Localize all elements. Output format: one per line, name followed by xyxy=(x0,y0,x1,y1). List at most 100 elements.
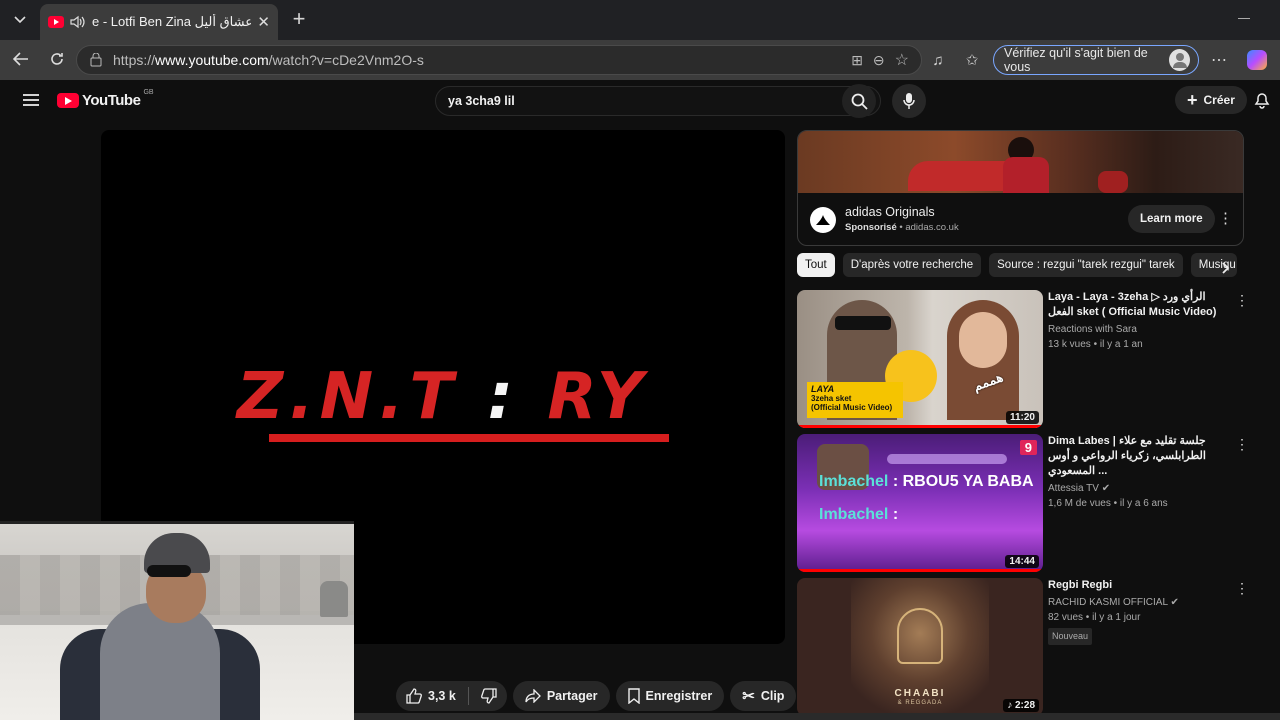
video-meta: 82 vues • il y a 1 jour xyxy=(1048,612,1141,623)
like-dislike-group: 3,3 k xyxy=(396,681,507,711)
video-title[interactable]: Dima Labes | جلسة تقليد مع علاء الطرابلس… xyxy=(1048,434,1218,479)
video-meta: 13 k vues • il y a 1 an xyxy=(1048,339,1143,350)
extensions-button[interactable]: ♫ xyxy=(928,50,948,70)
video-meta: 1,6 M de vues • il y a 6 ans xyxy=(1048,498,1168,509)
video-frame-title: Z.N.T : RY xyxy=(101,360,785,434)
ad-sponsored-line: Sponsorisé • adidas.co.uk xyxy=(845,222,959,233)
chips-next-button[interactable] xyxy=(1218,259,1234,277)
reload-button[interactable] xyxy=(46,48,68,70)
microphone-icon xyxy=(903,93,915,109)
favorite-star-icon[interactable]: ☆ xyxy=(895,50,909,70)
recommended-video[interactable]: LAYA 3zeha sket (Official Music Video) ه… xyxy=(797,290,1257,428)
thumb-up-icon[interactable] xyxy=(406,688,422,704)
browser-menu-button[interactable]: ⋯ xyxy=(1208,50,1230,70)
arrow-left-icon xyxy=(13,52,28,66)
chip-source[interactable]: Source : rezgui "tarek rezgui" tarek xyxy=(989,253,1183,277)
bookmark-icon xyxy=(627,688,640,704)
share-label: Partager xyxy=(546,689,598,703)
close-tab-icon[interactable]: ✕ xyxy=(257,13,270,31)
thumb-caption: LAYA xyxy=(811,384,835,394)
create-button[interactable]: + Créer xyxy=(1175,86,1247,114)
sponsored-ad-card[interactable]: adidas Originals Sponsorisé • adidas.co.… xyxy=(797,130,1244,246)
music-note-icon: ♪ xyxy=(1007,700,1013,711)
copilot-icon[interactable] xyxy=(1247,50,1267,70)
chip-all[interactable]: Tout xyxy=(797,253,835,277)
app-available-icon[interactable]: ⊞ xyxy=(851,52,863,69)
site-info-icon[interactable] xyxy=(89,53,103,67)
video-thumbnail[interactable]: 9 Imbachel : RBOU5 YA BABA Imbachel : 14… xyxy=(797,434,1043,572)
colon-text: : xyxy=(487,360,520,434)
overlay-line-2: Imbachel : xyxy=(819,506,899,523)
filter-chips: Tout D'après votre recherche Source : re… xyxy=(797,253,1237,277)
thumb-sub2: (Official Music Video) xyxy=(811,403,893,412)
verified-icon: ✔ xyxy=(1170,597,1179,608)
save-button[interactable]: Enregistrer xyxy=(615,681,725,711)
video-menu-icon[interactable]: ⋮ xyxy=(1235,580,1249,597)
youtube-logo[interactable]: YouTube GB xyxy=(57,89,154,109)
tab-list-button[interactable] xyxy=(8,8,32,32)
search-input[interactable]: ya 3cha9 lil xyxy=(448,94,854,108)
red-underline xyxy=(269,434,669,442)
scissors-icon: ✂ xyxy=(742,688,755,705)
ad-menu-icon[interactable]: ⋮ xyxy=(1218,209,1233,227)
recommended-video[interactable]: 9 Imbachel : RBOU5 YA BABA Imbachel : 14… xyxy=(797,434,1257,572)
adidas-logo-icon xyxy=(810,207,836,233)
like-count: 3,3 k xyxy=(428,689,456,703)
active-tab[interactable]: e - Lotfi Ben Zina يا عشاق أليل ✕ xyxy=(40,4,278,40)
minimize-button[interactable] xyxy=(1238,18,1250,19)
plus-icon: + xyxy=(1187,89,1198,110)
create-label: Créer xyxy=(1203,93,1235,107)
thumb-down-icon[interactable] xyxy=(480,688,497,704)
video-title[interactable]: Laya - Laya - 3zeha ▷ الرأي ورد الفعل sk… xyxy=(1048,290,1218,320)
sunglasses-icon xyxy=(147,565,191,577)
share-icon xyxy=(525,689,541,703)
video-menu-icon[interactable]: ⋮ xyxy=(1235,436,1249,453)
recommended-video[interactable]: CHAABI & REGGADA ♪ 2:28 Regbi Regbi RACH… xyxy=(797,578,1257,716)
zoom-icon[interactable]: ⊖ xyxy=(873,52,885,69)
address-bar[interactable]: https://www.youtube.com/watch?v=cDe2Vnm2… xyxy=(76,45,922,75)
youtube-favicon-icon xyxy=(48,16,64,28)
video-title[interactable]: Regbi Regbi xyxy=(1048,578,1218,593)
page-scrollbar[interactable] xyxy=(354,713,1280,720)
guide-menu-button[interactable] xyxy=(22,90,40,110)
save-label: Enregistrer xyxy=(645,689,713,703)
chevron-right-icon xyxy=(1222,262,1230,274)
youtube-wordmark: YouTube xyxy=(82,92,141,109)
znt-text: Z.N.T xyxy=(236,360,460,434)
video-channel[interactable]: Reactions with Sara xyxy=(1048,322,1218,337)
ry-text: RY xyxy=(547,360,650,434)
search-button[interactable] xyxy=(842,84,876,118)
clip-label: Clip xyxy=(760,689,785,703)
video-menu-icon[interactable]: ⋮ xyxy=(1235,292,1249,309)
search-icon xyxy=(851,93,868,110)
favorites-button[interactable]: ✩ xyxy=(962,50,982,70)
verified-icon: ✔ xyxy=(1101,483,1111,494)
ad-learn-more-button[interactable]: Learn more xyxy=(1128,205,1215,233)
video-actions: 3,3 k Partager Enregistrer ✂ Clip ⋯ xyxy=(396,681,833,711)
clip-button[interactable]: ✂ Clip xyxy=(730,681,797,711)
bell-icon xyxy=(1254,93,1270,109)
search-box[interactable]: ya 3cha9 lil ✕ xyxy=(435,86,881,116)
channel-badge: 9 xyxy=(1019,440,1037,455)
reload-icon xyxy=(51,53,63,65)
video-duration: 14:44 xyxy=(1005,555,1039,568)
video-channel[interactable]: RACHID KASMI OFFICIAL ✔ xyxy=(1048,595,1218,610)
chip-based-on-search[interactable]: D'après votre recherche xyxy=(842,253,982,277)
url-text: https://www.youtube.com/watch?v=cDe2Vnm2… xyxy=(113,52,424,68)
notifications-button[interactable] xyxy=(1252,90,1272,110)
video-thumbnail[interactable]: CHAABI & REGGADA ♪ 2:28 xyxy=(797,578,1043,716)
thumb-sub: 3zeha sket xyxy=(811,394,852,403)
back-button[interactable] xyxy=(10,48,32,70)
profile-avatar-icon xyxy=(1169,49,1190,71)
video-thumbnail[interactable]: LAYA 3zeha sket (Official Music Video) ه… xyxy=(797,290,1043,428)
speaker-icon[interactable] xyxy=(70,15,86,29)
chandelier-icon xyxy=(897,608,943,664)
webcam-overlay xyxy=(0,521,354,720)
chevron-down-icon xyxy=(14,16,26,24)
video-channel[interactable]: Attessia TV ✔ xyxy=(1048,481,1218,496)
overlay-line-1: Imbachel : RBOU5 YA BABA xyxy=(819,473,1034,490)
share-button[interactable]: Partager xyxy=(512,681,610,711)
new-tab-button[interactable]: + xyxy=(288,6,310,31)
voice-search-button[interactable] xyxy=(892,84,926,118)
profile-verify-button[interactable]: Vérifiez qu'il s'agit bien de vous xyxy=(993,45,1199,75)
